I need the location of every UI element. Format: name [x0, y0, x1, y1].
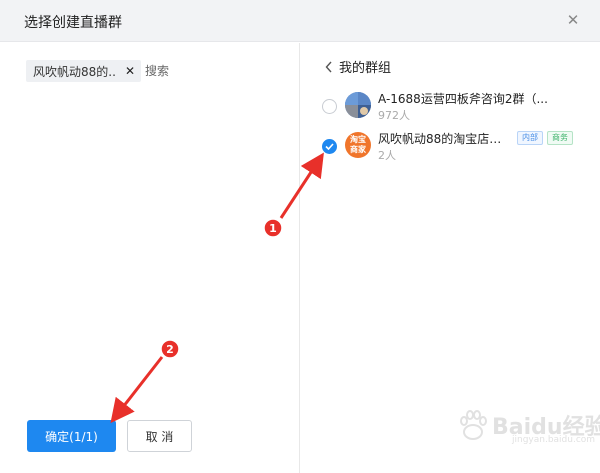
- search-input[interactable]: [145, 61, 285, 81]
- my-groups-label: 我的群组: [339, 61, 392, 76]
- remove-chip-icon[interactable]: ✕: [125, 64, 135, 78]
- back-to-my-groups[interactable]: 我的群组: [325, 57, 391, 76]
- group-list-item[interactable]: A-1688运营四板斧咨询2群（... 972人: [301, 87, 600, 125]
- tag-internal-badge: 内部: [517, 131, 543, 145]
- group-name: 风吹帆动88的淘宝店铺...: [378, 132, 506, 146]
- chevron-left-icon: [325, 61, 332, 72]
- selected-group-chip: 风吹帆动88的... ✕: [26, 60, 142, 82]
- group-avatar: [345, 92, 371, 118]
- group-list-item[interactable]: 淘宝 商家 风吹帆动88的淘宝店铺... 内部 商务 2人: [301, 127, 600, 165]
- selected-group-chip-label: 风吹帆动88的...: [33, 64, 117, 79]
- dialog-title: 选择创建直播群: [24, 15, 122, 31]
- confirm-button[interactable]: 确定(1/1): [27, 420, 116, 452]
- cancel-button[interactable]: 取 消: [127, 420, 192, 452]
- paw-logo-icon: [460, 410, 487, 440]
- group-avatar: 淘宝 商家: [345, 132, 371, 158]
- watermark-url: jingyan.baidu.com: [512, 435, 596, 445]
- group-member-count: 972人: [378, 109, 410, 122]
- group-name: A-1688运营四板斧咨询2群（...: [378, 92, 548, 106]
- group-radio-checked[interactable]: [322, 139, 337, 154]
- close-icon[interactable]: ✕: [564, 11, 582, 29]
- tag-business-badge: 商务: [547, 131, 573, 145]
- select-group-dialog: 选择创建直播群 ✕ 风吹帆动88的... ✕ 确定(1/1) 取 消 我的群组: [0, 0, 600, 473]
- group-member-count: 2人: [378, 149, 396, 162]
- checkmark-icon: [325, 143, 334, 150]
- group-avatar-image: [345, 92, 371, 118]
- dialog-header: 选择创建直播群 ✕: [0, 0, 600, 42]
- group-radio[interactable]: [322, 99, 337, 114]
- baidu-jingyan-watermark: Baidu经验 jingyan.baidu.com: [452, 405, 600, 449]
- selected-pane: 风吹帆动88的... ✕ 确定(1/1) 取 消: [0, 43, 300, 473]
